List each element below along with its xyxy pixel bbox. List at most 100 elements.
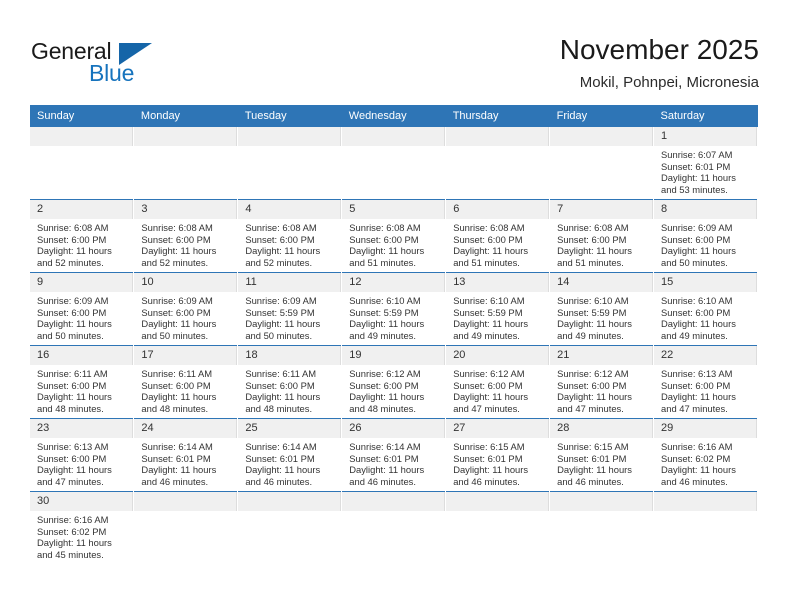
- sunset-text: Sunset: 6:00 PM: [349, 233, 419, 245]
- day-number: [446, 127, 550, 146]
- day-number: 11: [238, 273, 342, 292]
- day-cell-inner: [550, 492, 654, 564]
- calendar-day-cell[interactable]: 10 Sunrise: 6:09 AM Sunset: 6:00 PM Dayligh…: [133, 272, 239, 346]
- calendar-day-cell[interactable]: 17 Sunrise: 6:11 AM Sunset: 6:00 PM Dayligh…: [133, 345, 239, 419]
- calendar-header-row: Sunday Monday Tuesday Wednesday Thursday…: [30, 105, 758, 127]
- day-number: 25: [238, 419, 342, 438]
- day-cell-inner: 24 Sunrise: 6:14 AM Sunset: 6:01 PM Dayligh…: [134, 419, 238, 491]
- day-number: 18: [238, 346, 342, 365]
- weekday-header-tuesday: Tuesday: [237, 105, 342, 127]
- daylight-text-line1: Daylight: 11 hours: [661, 245, 736, 257]
- day-number: 7: [550, 200, 654, 219]
- title-block: November 2025 Mokil, Pohnpei, Micronesia: [560, 33, 759, 94]
- day-details: Sunrise: 6:12 AM Sunset: 6:00 PM Daylight:…: [342, 365, 445, 414]
- day-details: Sunrise: 6:13 AM Sunset: 6:00 PM Daylight:…: [30, 438, 133, 487]
- calendar-day-cell[interactable]: 11 Sunrise: 6:09 AM Sunset: 5:59 PM Dayligh…: [237, 272, 343, 346]
- daylight-text-line2: and 47 minutes.: [453, 402, 520, 414]
- calendar-day-cell[interactable]: 9 Sunrise: 6:09 AM Sunset: 6:00 PM Daylight…: [30, 272, 135, 346]
- day-cell-inner: 8 Sunrise: 6:09 AM Sunset: 6:00 PM Daylight…: [654, 200, 757, 272]
- daylight-text-line2: and 51 minutes.: [557, 256, 624, 268]
- calendar-day-cell[interactable]: 27 Sunrise: 6:15 AM Sunset: 6:01 PM Dayligh…: [445, 418, 551, 492]
- day-number: [30, 127, 134, 146]
- sunrise-text: Sunrise: 6:08 AM: [245, 222, 317, 233]
- day-number: 3: [134, 200, 238, 219]
- sunset-text: Sunset: 6:00 PM: [141, 233, 211, 245]
- day-number: 27: [446, 419, 550, 438]
- day-number: [342, 127, 446, 146]
- day-details: Sunrise: 6:11 AM Sunset: 6:00 PM Daylight:…: [238, 365, 341, 414]
- calendar-day-cell[interactable]: 24 Sunrise: 6:14 AM Sunset: 6:01 PM Dayligh…: [133, 418, 239, 492]
- daylight-text-line2: and 49 minutes.: [349, 329, 416, 341]
- day-number: 21: [550, 346, 654, 365]
- calendar-day-cell[interactable]: 3 Sunrise: 6:08 AM Sunset: 6:00 PM Daylight…: [133, 199, 239, 273]
- calendar-day-cell[interactable]: 19 Sunrise: 6:12 AM Sunset: 6:00 PM Dayligh…: [341, 345, 447, 419]
- day-cell-inner: 4 Sunrise: 6:08 AM Sunset: 6:00 PM Daylight…: [238, 200, 342, 272]
- day-cell-inner: [342, 127, 446, 199]
- day-number: 10: [134, 273, 238, 292]
- sunrise-text: Sunrise: 6:15 AM: [453, 441, 525, 452]
- sunset-text: Sunset: 6:01 PM: [245, 452, 315, 464]
- calendar-day-cell[interactable]: 22 Sunrise: 6:13 AM Sunset: 6:00 PM Dayligh…: [653, 345, 758, 419]
- daylight-text-line2: and 52 minutes.: [141, 256, 209, 268]
- day-details: Sunrise: 6:08 AM Sunset: 6:00 PM Daylight:…: [30, 219, 133, 268]
- daylight-text-line1: Daylight: 11 hours: [37, 318, 112, 330]
- calendar-day-cell[interactable]: 6 Sunrise: 6:08 AM Sunset: 6:00 PM Daylight…: [445, 199, 551, 273]
- calendar-day-cell[interactable]: 21 Sunrise: 6:12 AM Sunset: 6:00 PM Dayligh…: [549, 345, 655, 419]
- calendar-day-cell[interactable]: 23 Sunrise: 6:13 AM Sunset: 6:00 PM Dayligh…: [30, 418, 135, 492]
- day-details: Sunrise: 6:14 AM Sunset: 6:01 PM Daylight:…: [342, 438, 445, 487]
- weekday-header-friday: Friday: [549, 105, 654, 127]
- calendar-day-cell[interactable]: 15 Sunrise: 6:10 AM Sunset: 6:00 PM Dayligh…: [653, 272, 758, 346]
- calendar-day-cell[interactable]: 20 Sunrise: 6:12 AM Sunset: 6:00 PM Dayligh…: [445, 345, 551, 419]
- day-details: Sunrise: 6:08 AM Sunset: 6:00 PM Daylight:…: [238, 219, 341, 268]
- calendar-day-cell[interactable]: 8 Sunrise: 6:09 AM Sunset: 6:00 PM Daylight…: [653, 199, 758, 273]
- calendar-day-cell[interactable]: 30 Sunrise: 6:16 AM Sunset: 6:02 PM Dayligh…: [30, 491, 135, 564]
- calendar-day-cell-empty: [237, 127, 343, 200]
- sunset-text: Sunset: 6:01 PM: [557, 452, 627, 464]
- sunset-text: Sunset: 6:00 PM: [453, 379, 523, 391]
- calendar-day-cell[interactable]: 7 Sunrise: 6:08 AM Sunset: 6:00 PM Daylight…: [549, 199, 655, 273]
- calendar-day-cell-empty: [237, 491, 343, 564]
- brand-logo[interactable]: General Blue: [31, 38, 231, 90]
- calendar-day-cell[interactable]: 28 Sunrise: 6:15 AM Sunset: 6:01 PM Dayligh…: [549, 418, 655, 492]
- calendar-day-cell[interactable]: 16 Sunrise: 6:11 AM Sunset: 6:00 PM Dayligh…: [30, 345, 135, 419]
- calendar-day-cell[interactable]: 5 Sunrise: 6:08 AM Sunset: 6:00 PM Daylight…: [341, 199, 447, 273]
- sunset-text: Sunset: 6:00 PM: [37, 233, 107, 245]
- calendar-day-cell[interactable]: 18 Sunrise: 6:11 AM Sunset: 6:00 PM Dayligh…: [237, 345, 343, 419]
- daylight-text-line1: Daylight: 11 hours: [245, 391, 321, 403]
- day-number: [550, 127, 654, 146]
- calendar-day-cell[interactable]: 25 Sunrise: 6:14 AM Sunset: 6:01 PM Dayligh…: [237, 418, 343, 492]
- day-cell-inner: 22 Sunrise: 6:13 AM Sunset: 6:00 PM Dayligh…: [654, 346, 757, 418]
- daylight-text-line1: Daylight: 11 hours: [557, 318, 632, 330]
- day-details: Sunrise: 6:10 AM Sunset: 6:00 PM Daylight:…: [654, 292, 757, 341]
- calendar-day-cell[interactable]: 13 Sunrise: 6:10 AM Sunset: 5:59 PM Dayligh…: [445, 272, 551, 346]
- sunrise-text: Sunrise: 6:11 AM: [141, 368, 213, 379]
- day-cell-inner: 25 Sunrise: 6:14 AM Sunset: 6:01 PM Dayligh…: [238, 419, 342, 491]
- day-number: 17: [134, 346, 238, 365]
- calendar-day-cell[interactable]: 4 Sunrise: 6:08 AM Sunset: 6:00 PM Daylight…: [237, 199, 343, 273]
- day-details: Sunrise: 6:15 AM Sunset: 6:01 PM Daylight:…: [550, 438, 653, 487]
- day-cell-inner: 17 Sunrise: 6:11 AM Sunset: 6:00 PM Dayligh…: [134, 346, 238, 418]
- calendar-day-cell[interactable]: 12 Sunrise: 6:10 AM Sunset: 5:59 PM Dayligh…: [341, 272, 447, 346]
- calendar-day-cell-empty: [133, 127, 239, 200]
- day-number: [134, 492, 238, 511]
- day-cell-inner: 13 Sunrise: 6:10 AM Sunset: 5:59 PM Dayligh…: [446, 273, 550, 345]
- calendar-day-cell[interactable]: 14 Sunrise: 6:10 AM Sunset: 5:59 PM Dayligh…: [549, 272, 655, 346]
- day-cell-inner: 23 Sunrise: 6:13 AM Sunset: 6:00 PM Dayligh…: [30, 419, 134, 491]
- daylight-text-line2: and 50 minutes.: [661, 256, 728, 268]
- sunrise-text: Sunrise: 6:11 AM: [37, 368, 108, 379]
- sunset-text: Sunset: 6:00 PM: [661, 233, 731, 245]
- weekday-header-saturday: Saturday: [653, 105, 758, 127]
- sunset-text: Sunset: 6:01 PM: [349, 452, 419, 464]
- daylight-text-line1: Daylight: 11 hours: [37, 537, 112, 549]
- calendar-day-cell[interactable]: 1 Sunrise: 6:07 AM Sunset: 6:01 PM Daylight…: [653, 127, 758, 200]
- day-number: 24: [134, 419, 238, 438]
- calendar-day-cell[interactable]: 29 Sunrise: 6:16 AM Sunset: 6:02 PM Dayligh…: [653, 418, 758, 492]
- calendar-day-cell[interactable]: 26 Sunrise: 6:14 AM Sunset: 6:01 PM Dayligh…: [341, 418, 447, 492]
- calendar-day-cell[interactable]: 2 Sunrise: 6:08 AM Sunset: 6:00 PM Daylight…: [30, 199, 135, 273]
- daylight-text-line1: Daylight: 11 hours: [557, 391, 632, 403]
- day-details: Sunrise: 6:11 AM Sunset: 6:00 PM Daylight:…: [30, 365, 133, 414]
- sunset-text: Sunset: 6:00 PM: [349, 379, 419, 391]
- day-details: Sunrise: 6:16 AM Sunset: 6:02 PM Daylight:…: [654, 438, 757, 487]
- day-number: [550, 492, 654, 511]
- sunset-text: Sunset: 6:00 PM: [245, 233, 315, 245]
